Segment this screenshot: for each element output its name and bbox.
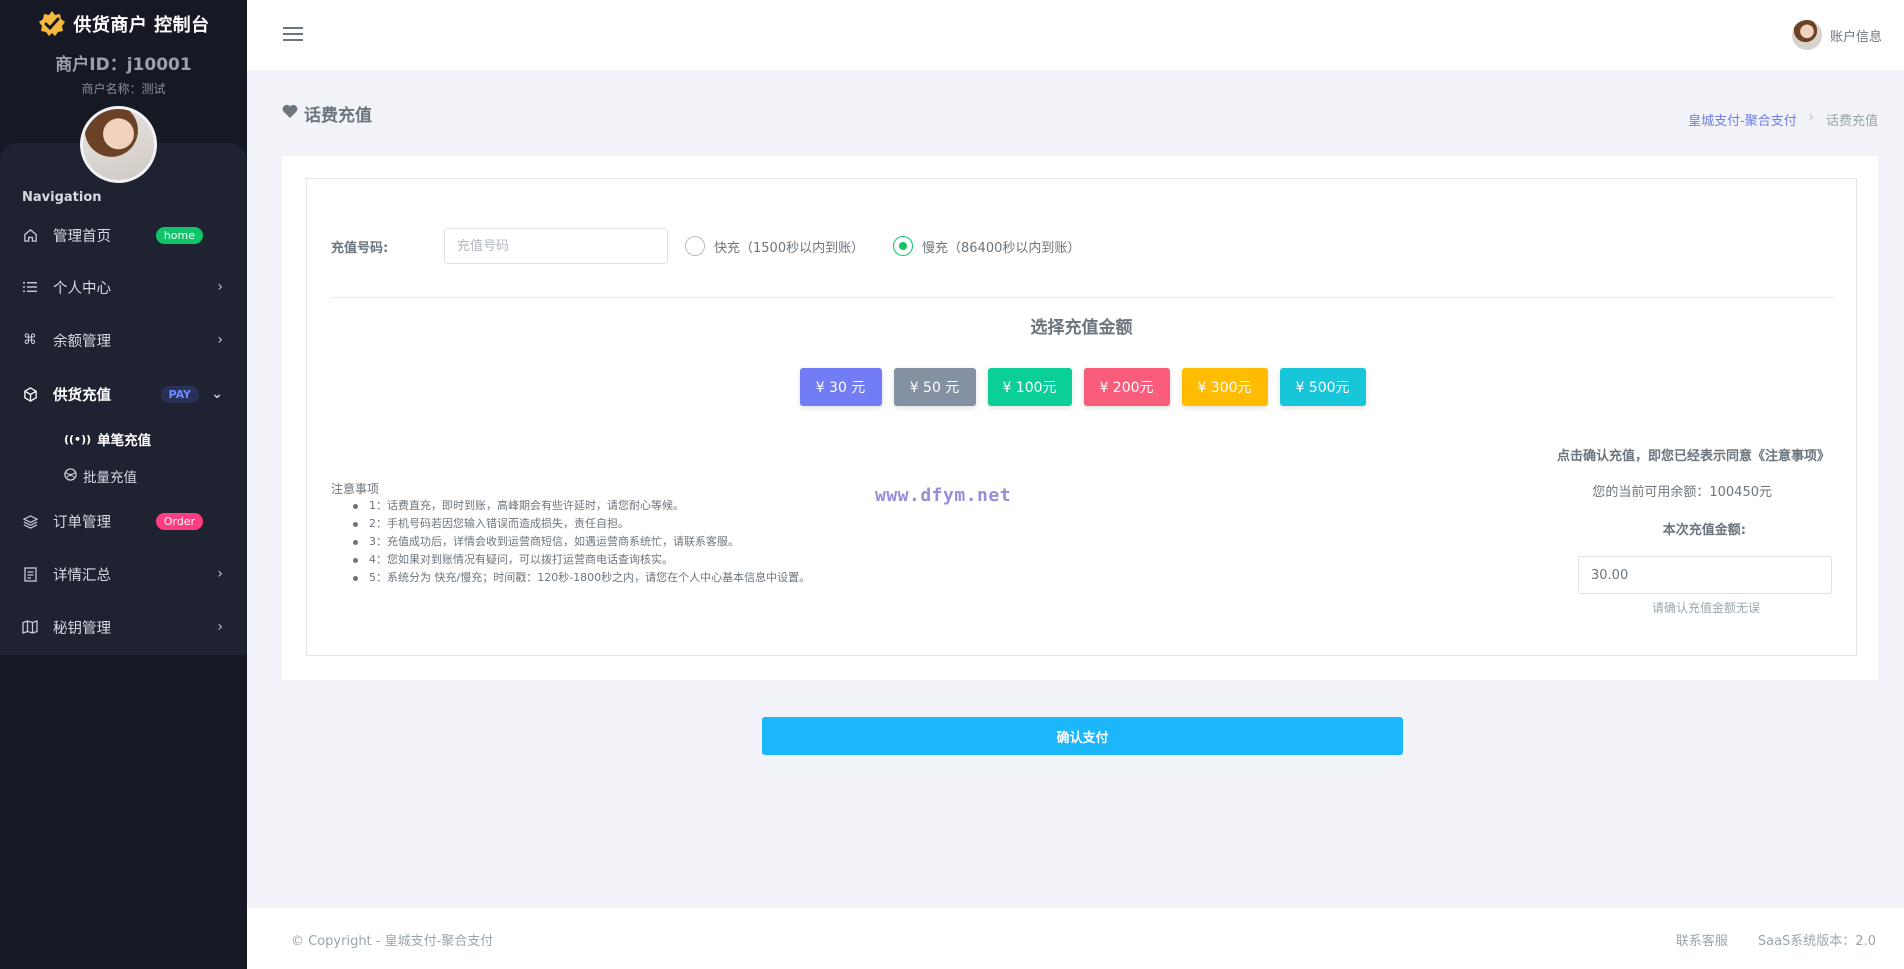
version-text: SaaS系统版本：2.0: [1757, 934, 1876, 949]
heart-icon: [282, 104, 298, 124]
amount-section-title: 选择充值金额: [1030, 318, 1133, 338]
avatar: [1791, 20, 1822, 50]
page-title: 话费充值: [282, 101, 372, 126]
recharge-form: 充值号码: 快充（1500秒以内到账） 慢充（86400秒以内到账） 选择充值金…: [306, 178, 1857, 656]
amount-200-button[interactable]: ¥ 200元: [1083, 368, 1170, 406]
breadcrumb-current: 话费充值: [1825, 114, 1878, 129]
radio-circle: [685, 236, 705, 256]
sidebar-item-label: 详情汇总: [53, 567, 111, 584]
pay-badge: PAY: [160, 385, 199, 403]
chevron-down-icon: ⌄: [211, 386, 223, 402]
order-badge: Order: [155, 512, 203, 530]
sidebar-item-profile[interactable]: 个人中心 ›: [0, 267, 247, 307]
nav-heading: Navigation: [22, 190, 102, 205]
breadcrumb-separator: ›: [1808, 110, 1814, 125]
sidebar-item-home[interactable]: 管理首页 home: [0, 215, 247, 255]
watermark: www.dfym.net: [875, 485, 1012, 506]
list-item: 2：手机号码若因您输入错误而造成损失，责任自担。: [347, 515, 810, 533]
account-menu[interactable]: 账户信息: [1791, 20, 1882, 50]
receipt-icon: [22, 566, 38, 582]
sidebar: 供货商户 控制台 商户ID：j10001 商户名称：测试 Navigation …: [0, 0, 247, 969]
sidebar-item-label: 管理首页: [53, 228, 111, 245]
sidebar-item-label: 个人中心: [53, 280, 111, 297]
command-icon: ⌘: [23, 332, 37, 348]
sidebar-subitem-label: 单笔充值: [97, 433, 152, 449]
home-icon: [22, 227, 38, 243]
amount-label: 本次充值金额:: [1662, 523, 1746, 538]
topbar: 账户信息: [247, 0, 1904, 70]
map-icon: [22, 619, 38, 635]
sidebar-item-keys[interactable]: 秘钥管理 ›: [0, 607, 247, 647]
merchant-id: 商户ID：j10001: [55, 55, 192, 75]
sidebar-subitem-single[interactable]: ((•)) 单笔充值: [64, 427, 151, 451]
menu-toggle-icon[interactable]: [283, 27, 303, 43]
sidebar-item-label: 订单管理: [53, 514, 111, 531]
amount-50-button[interactable]: ¥ 50 元: [893, 368, 976, 406]
contact-link[interactable]: 联系客服: [1676, 930, 1728, 949]
sidebar-item-label: 供货充值: [53, 387, 111, 404]
sidebar-item-supply[interactable]: 供货充值 PAY ⌄: [0, 374, 247, 414]
brand[interactable]: 供货商户 控制台: [0, 0, 247, 46]
list-item: 3：充值成功后，详情会收到运营商短信，如遇运营商系统忙，请联系客服。: [347, 533, 810, 551]
fast-mode-radio[interactable]: 快充（1500秒以内到账）: [685, 236, 864, 256]
copyright: © Copyright - 皇城支付-聚合支付: [291, 934, 494, 949]
chevron-right-icon: ›: [217, 332, 223, 348]
globe-icon: [64, 467, 77, 485]
page-title-text: 话费充值: [304, 106, 372, 126]
phone-label: 充值号码:: [331, 241, 389, 256]
list-item: 4：您如果对到账情况有疑问，可以拨打运营商电话查询核实。: [347, 551, 810, 569]
balance-text: 您的当前可用余额：100450元: [1592, 485, 1772, 500]
avatar[interactable]: [80, 106, 157, 183]
slow-mode-radio[interactable]: 慢充（86400秒以内到账）: [893, 236, 1080, 256]
notes-title: 注意事项: [331, 482, 380, 496]
divider: [331, 297, 1834, 298]
chevron-right-icon: ›: [217, 619, 223, 635]
chevron-right-icon: ›: [217, 566, 223, 582]
sidebar-item-label: 余额管理: [53, 333, 111, 350]
amount-options: ¥ 30 元 ¥ 50 元 ¥ 100元 ¥ 200元 ¥ 300元 ¥ 500…: [307, 368, 1856, 406]
broadcast-icon: ((•)): [64, 432, 92, 446]
account-label: 账户信息: [1829, 29, 1882, 45]
amount-30-button[interactable]: ¥ 30 元: [799, 368, 882, 406]
box-icon: [22, 386, 38, 402]
list-item: 1：话费直充，即时到账，高峰期会有些许延时，请您耐心等候。: [347, 497, 810, 515]
notes-list: 1：话费直充，即时到账，高峰期会有些许延时，请您耐心等候。 2：手机号码若因您输…: [347, 497, 810, 587]
amount-input[interactable]: [1578, 556, 1832, 594]
brand-title: 供货商户 控制台: [73, 15, 210, 36]
confirm-pay-button[interactable]: 确认支付: [762, 717, 1403, 755]
home-badge: home: [155, 226, 203, 244]
layers-icon: [22, 513, 38, 529]
breadcrumb-link[interactable]: 皇城支付-聚合支付: [1688, 110, 1797, 129]
sidebar-item-balance[interactable]: ⌘ 余额管理 ›: [0, 320, 247, 360]
logo-icon: [37, 9, 67, 39]
footer: © Copyright - 皇城支付-聚合支付 联系客服 SaaS系统版本：2.…: [247, 908, 1904, 969]
sidebar-subitem-label: 批量充值: [83, 470, 137, 486]
sidebar-item-orders[interactable]: 订单管理 Order: [0, 501, 247, 541]
sidebar-item-label: 秘钥管理: [53, 620, 111, 637]
radio-circle: [893, 236, 913, 256]
chevron-right-icon: ›: [217, 279, 223, 295]
amount-hint: 请确认充值金额无误: [1651, 601, 1760, 615]
sidebar-subitem-batch[interactable]: 批量充值: [64, 464, 137, 488]
agree-text: 点击确认充值，即您已经表示同意《注意事项》: [1556, 449, 1830, 464]
amount-100-button[interactable]: ¥ 100元: [987, 368, 1072, 406]
merchant-name: 商户名称：测试: [81, 82, 166, 96]
phone-input[interactable]: [444, 228, 668, 264]
list-icon: [22, 279, 38, 295]
recharge-card: 充值号码: 快充（1500秒以内到账） 慢充（86400秒以内到账） 选择充值金…: [282, 156, 1878, 680]
sidebar-item-details[interactable]: 详情汇总 ›: [0, 554, 247, 594]
radio-label: 快充（1500秒以内到账）: [714, 240, 865, 256]
footer-links: 联系客服 SaaS系统版本：2.0: [1676, 930, 1876, 949]
amount-300-button[interactable]: ¥ 300元: [1181, 368, 1268, 406]
radio-label: 慢充（86400秒以内到账）: [922, 240, 1081, 256]
amount-500-button[interactable]: ¥ 500元: [1279, 368, 1366, 406]
breadcrumb: 皇城支付-聚合支付 › 话费充值: [1688, 110, 1878, 129]
list-item: 5：系统分为 快充/慢充；时间戳：120秒-1800秒之内，请您在个人中心基本信…: [347, 569, 810, 587]
